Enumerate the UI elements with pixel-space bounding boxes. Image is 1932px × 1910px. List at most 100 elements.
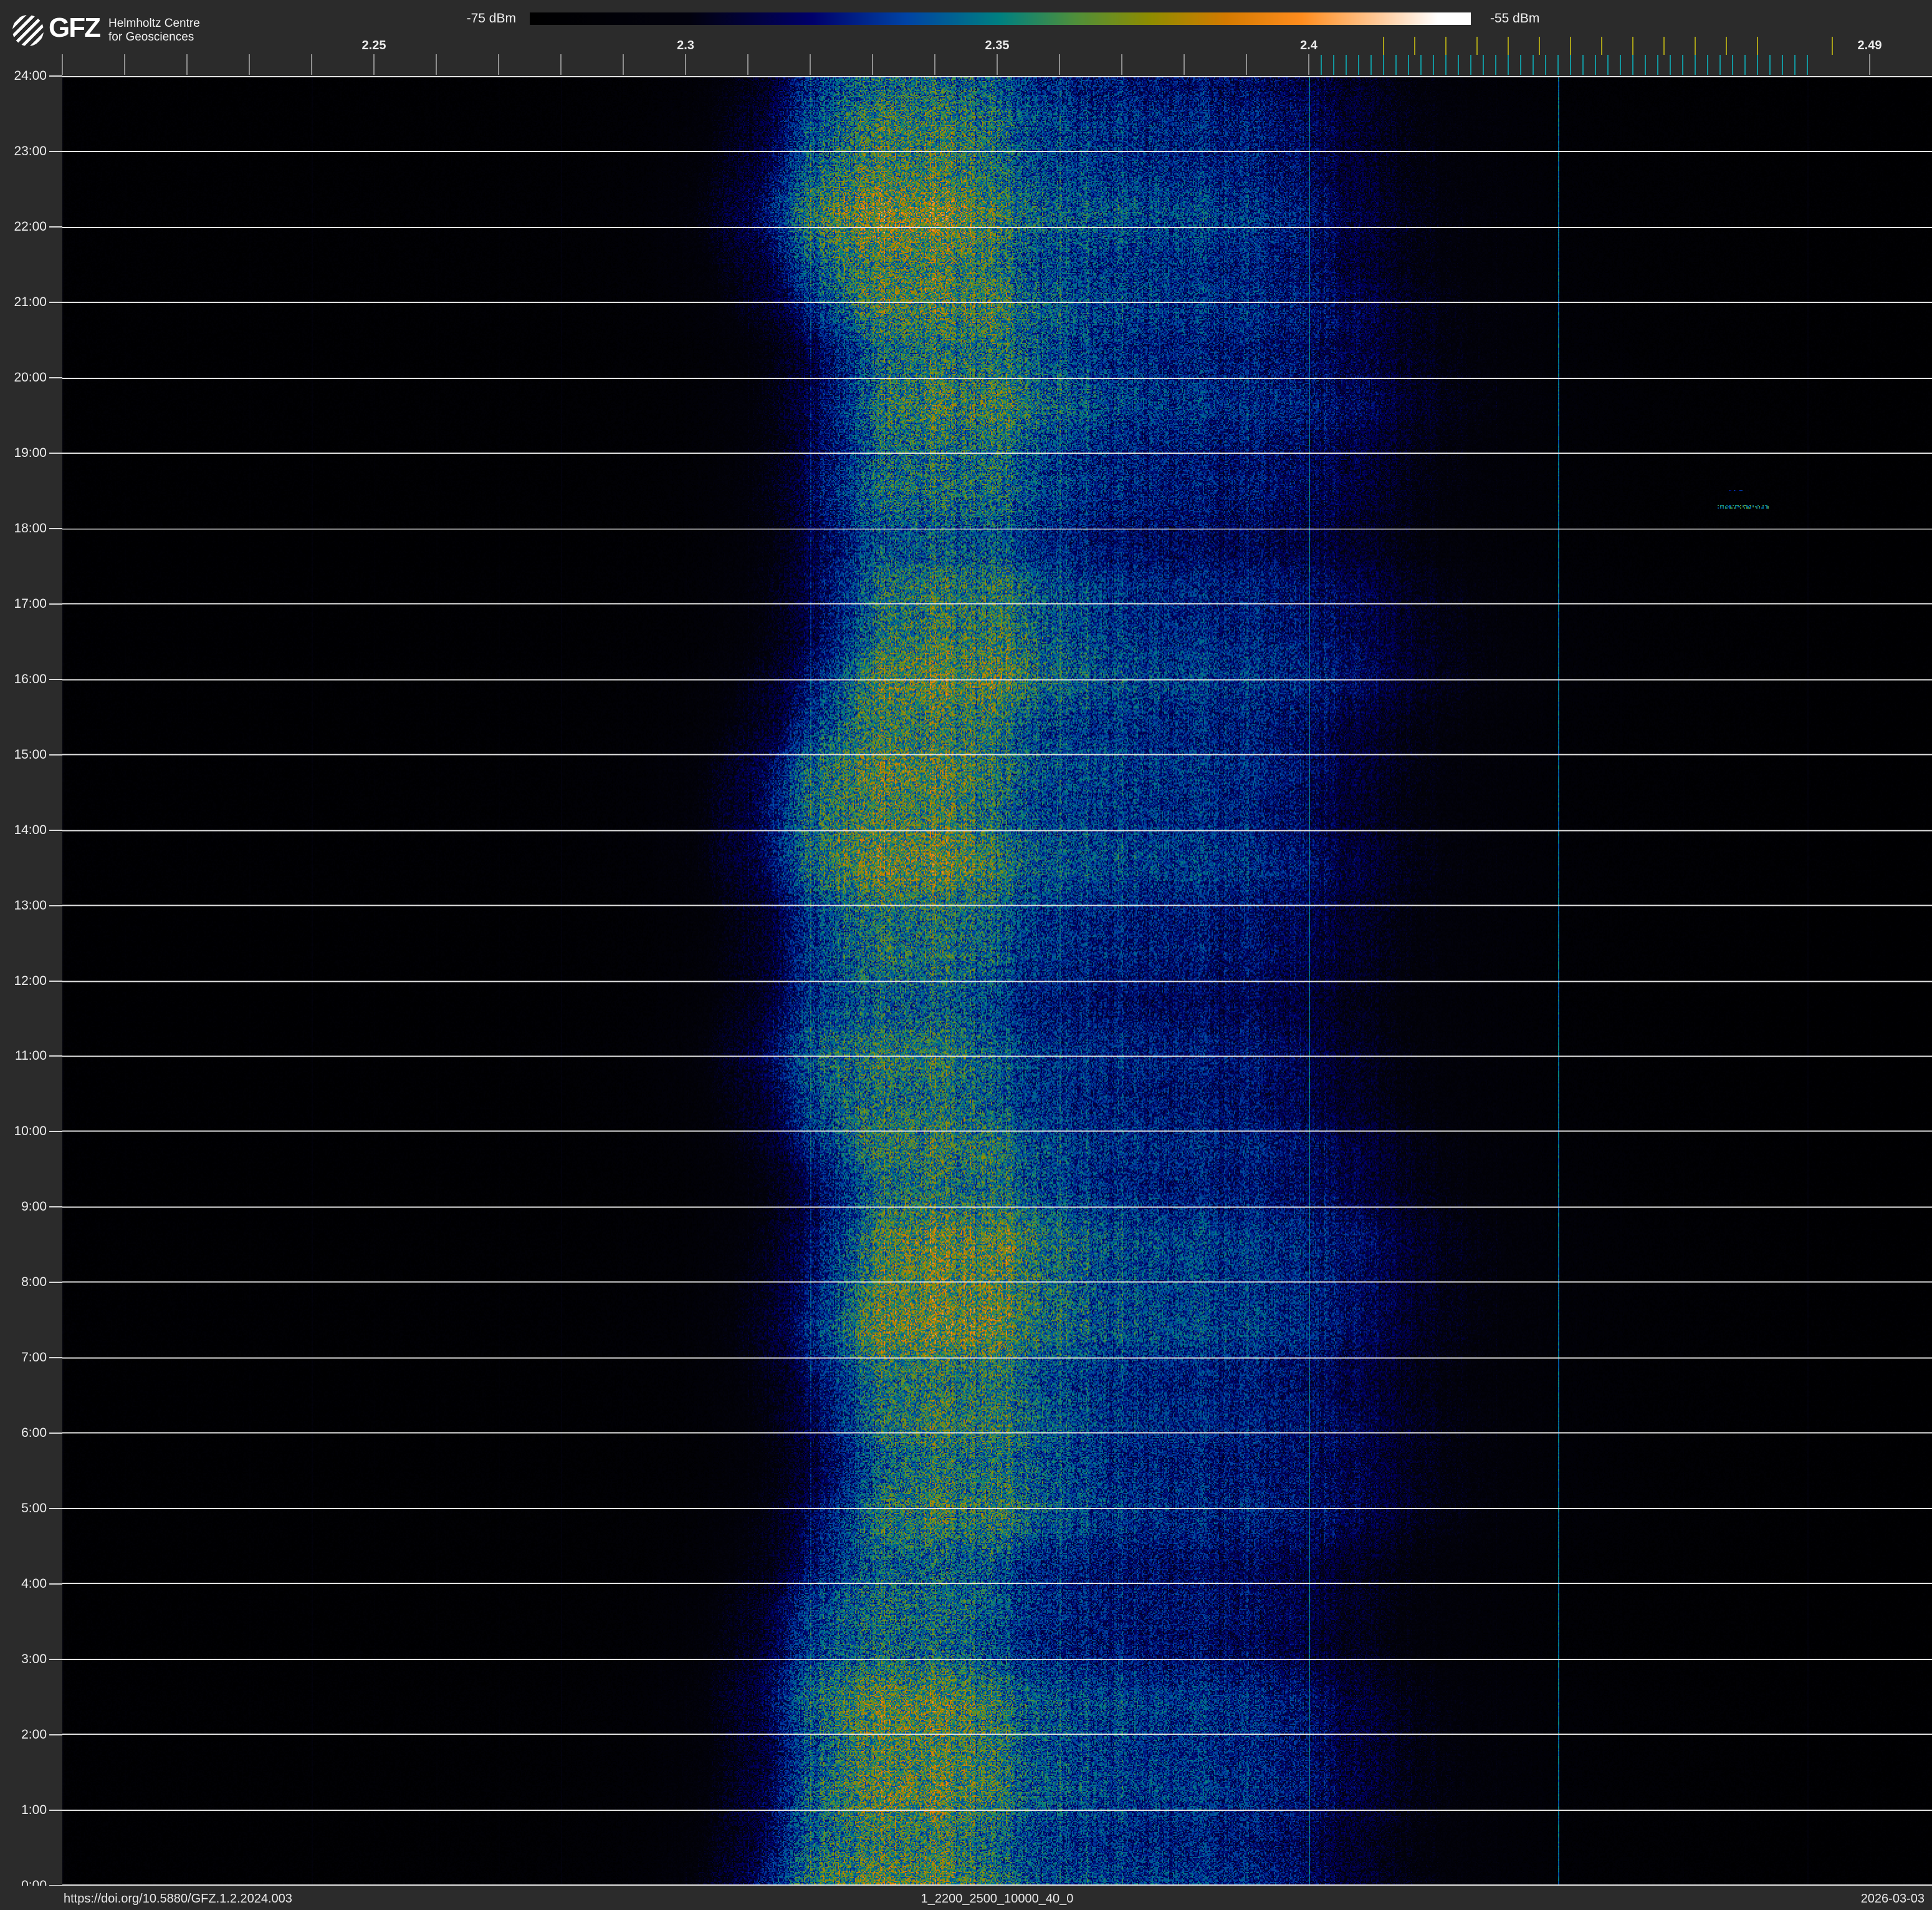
freq-minor-tick xyxy=(1184,54,1185,75)
ble-channel-tick xyxy=(1607,55,1609,75)
time-tick-label: 22:00 xyxy=(14,219,47,234)
freq-tick-label: 2.25 xyxy=(361,39,386,52)
wifi-channel-tick xyxy=(1695,37,1696,55)
ble-channel-tick xyxy=(1520,55,1521,75)
freq-major-tick xyxy=(1308,54,1309,75)
ble-channel-tick xyxy=(1433,55,1434,75)
ble-channel-tick xyxy=(1346,55,1347,75)
ble-channel-tick xyxy=(1732,55,1733,75)
time-tick xyxy=(49,829,62,831)
wifi-channel-tick xyxy=(1445,37,1447,55)
time-tick-label: 20:00 xyxy=(14,370,47,385)
ble-channel-tick xyxy=(1794,55,1796,75)
time-tick xyxy=(49,301,62,303)
time-tick-label: 17:00 xyxy=(14,596,47,611)
time-tick xyxy=(49,1282,62,1284)
ble-channel-tick xyxy=(1533,55,1534,75)
freq-minor-tick xyxy=(1246,54,1247,75)
freq-minor-tick xyxy=(1121,54,1122,75)
freq-minor-tick xyxy=(810,54,811,75)
time-tick xyxy=(49,527,62,529)
colorbar-gradient xyxy=(530,12,1471,25)
ble-channel-tick xyxy=(1744,55,1746,75)
time-tick xyxy=(49,1206,62,1208)
ble-channel-tick xyxy=(1508,55,1509,75)
time-tick-label: 9:00 xyxy=(21,1199,47,1214)
freq-minor-tick xyxy=(436,54,437,75)
date-label: 2026-03-03 xyxy=(1860,1892,1925,1906)
ble-channel-tick xyxy=(1582,55,1584,75)
ble-channel-tick xyxy=(1769,55,1771,75)
time-tick xyxy=(49,226,62,228)
freq-major-tick xyxy=(1869,54,1870,75)
time-tick xyxy=(49,678,62,680)
wifi-channel-tick xyxy=(1383,37,1384,55)
time-tick xyxy=(49,1583,62,1585)
wifi-channel-tick xyxy=(1476,37,1478,55)
time-tick-label: 16:00 xyxy=(14,671,47,686)
freq-tick-label: 2.3 xyxy=(677,39,694,52)
time-tick-label: 21:00 xyxy=(14,294,47,309)
time-tick-label: 5:00 xyxy=(21,1501,47,1516)
ble-channel-tick xyxy=(1333,55,1334,75)
logo-subtitle: Helmholtz Centre for Geosciences xyxy=(108,17,200,44)
time-tick xyxy=(49,1055,62,1057)
freq-major-tick xyxy=(685,54,686,75)
wifi-channel-tick xyxy=(1601,37,1602,55)
time-tick-label: 15:00 xyxy=(14,747,47,762)
ble-channel-tick xyxy=(1370,55,1372,75)
ble-channel-tick xyxy=(1620,55,1621,75)
wifi-channel-tick xyxy=(1726,37,1727,55)
time-tick xyxy=(49,1734,62,1736)
ble-channel-tick xyxy=(1545,55,1546,75)
freq-minor-tick xyxy=(62,54,63,75)
ble-channel-tick xyxy=(1408,55,1409,75)
ble-channel-tick xyxy=(1557,55,1559,75)
time-tick xyxy=(49,905,62,906)
freq-tick-label: 2.4 xyxy=(1300,39,1317,52)
ble-channel-tick xyxy=(1570,55,1571,75)
freq-minor-tick xyxy=(1059,54,1060,75)
ble-channel-tick xyxy=(1445,55,1447,75)
ble-channel-tick xyxy=(1470,55,1471,75)
logo-subtitle-line1: Helmholtz Centre xyxy=(108,17,200,30)
time-tick-label: 19:00 xyxy=(14,445,47,460)
status-bar: https://doi.org/10.5880/GFZ.1.2.2024.003… xyxy=(0,1886,1932,1910)
ble-channel-tick xyxy=(1458,55,1459,75)
ble-channel-tick xyxy=(1395,55,1397,75)
freq-minor-tick xyxy=(934,54,935,75)
freq-minor-tick xyxy=(311,54,312,75)
colorbar-min-label: -75 dBm xyxy=(466,11,516,26)
ble-channel-tick xyxy=(1707,55,1708,75)
freq-major-tick xyxy=(373,54,375,75)
ble-channel-tick xyxy=(1483,55,1484,75)
time-tick-label: 1:00 xyxy=(21,1803,47,1818)
logo-org-name: GFZ xyxy=(49,12,101,43)
ble-channel-tick xyxy=(1358,55,1359,75)
freq-minor-tick xyxy=(498,54,499,75)
wifi-channel-tick xyxy=(1539,37,1540,55)
time-tick-label: 8:00 xyxy=(21,1275,47,1290)
time-tick-label: 24:00 xyxy=(14,69,47,83)
time-tick-label: 14:00 xyxy=(14,822,47,837)
logo-subtitle-line2: for Geosciences xyxy=(108,31,194,44)
time-tick-label: 13:00 xyxy=(14,898,47,913)
wifi-channel-tick xyxy=(1570,37,1571,55)
ble-channel-tick xyxy=(1420,55,1422,75)
freq-minor-tick xyxy=(623,54,624,75)
time-tick xyxy=(49,150,62,152)
gfz-logo-icon xyxy=(12,15,44,46)
freq-tick-label: 2.49 xyxy=(1857,39,1882,52)
freq-minor-tick xyxy=(747,54,748,75)
ble-channel-tick xyxy=(1321,55,1322,75)
time-tick-label: 23:00 xyxy=(14,143,47,158)
wifi-channel-tick xyxy=(1508,37,1509,55)
wifi-channel-tick xyxy=(1414,37,1415,55)
ble-channel-tick xyxy=(1495,55,1496,75)
ble-channel-tick xyxy=(1807,55,1808,75)
ble-channel-tick xyxy=(1682,55,1683,75)
time-tick xyxy=(49,603,62,605)
time-tick xyxy=(49,1659,62,1661)
time-tick xyxy=(49,1357,62,1359)
time-tick xyxy=(49,1508,62,1510)
